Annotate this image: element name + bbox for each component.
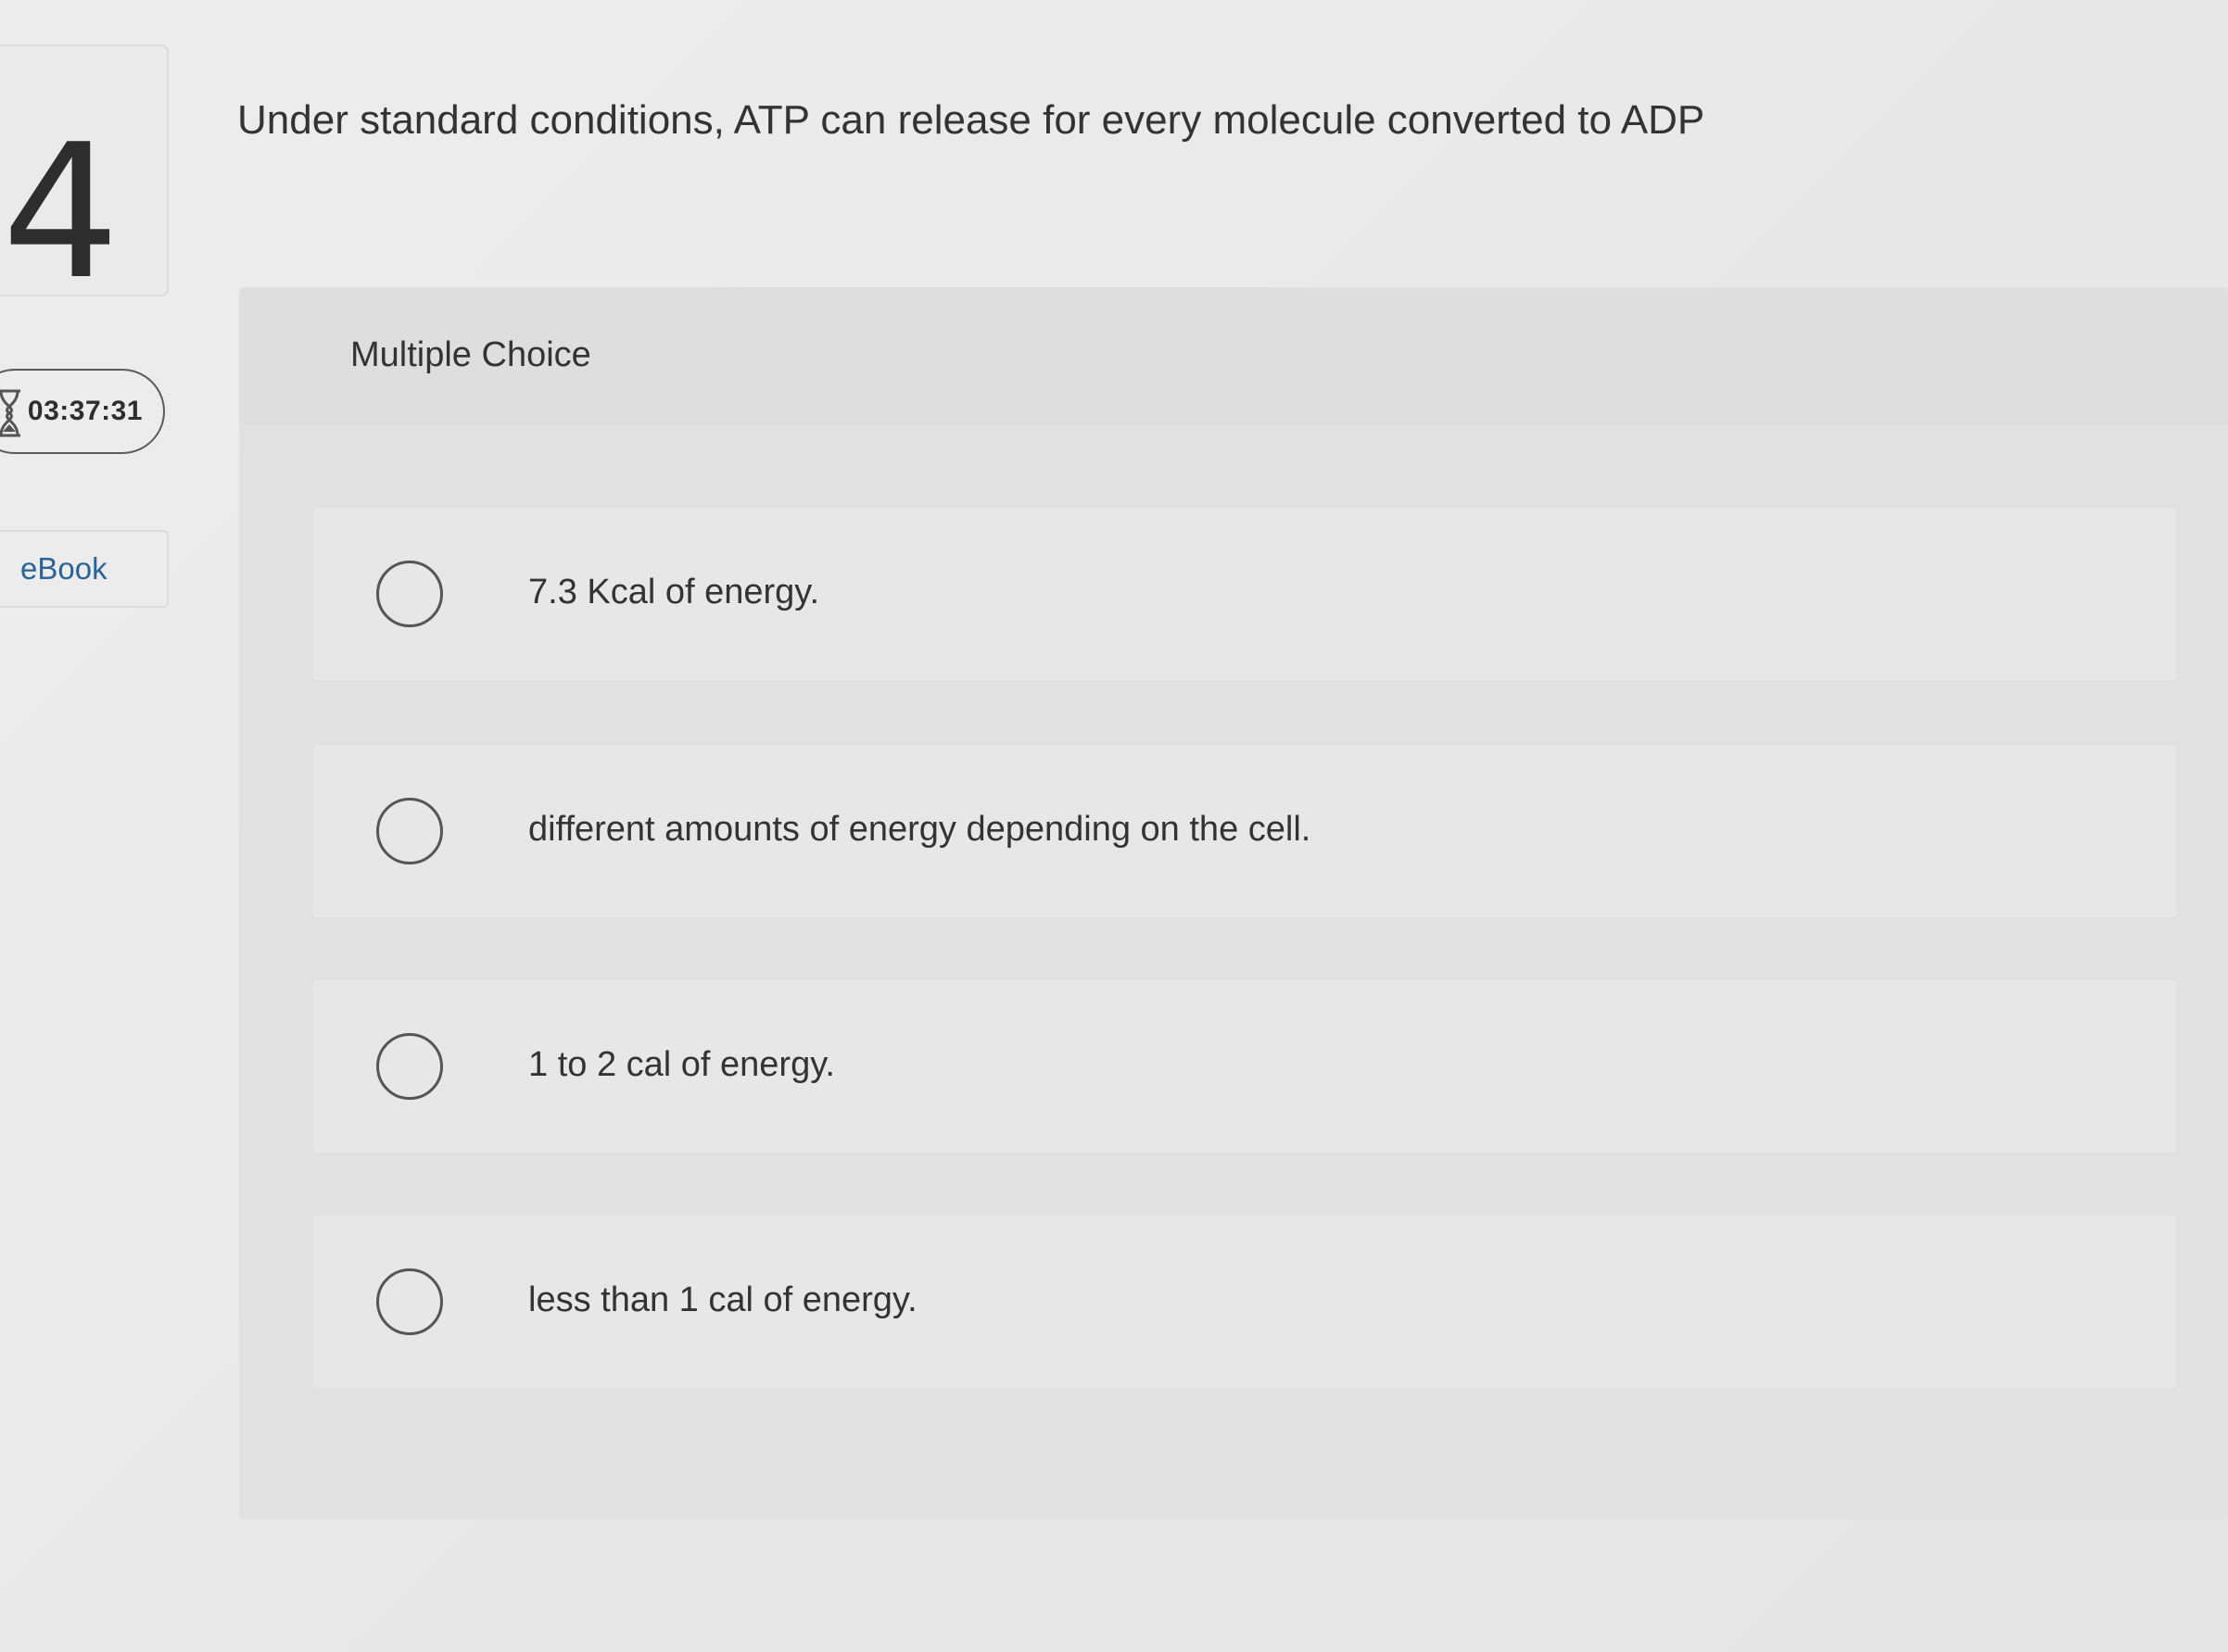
answer-option-label: 1 to 2 cal of energy. (528, 1045, 835, 1084)
hourglass-icon (0, 389, 20, 437)
question-number-box: 4 (0, 44, 169, 306)
answer-option-label: different amounts of energy depending on… (528, 810, 1311, 849)
radio-button[interactable] (376, 1033, 443, 1100)
radio-button[interactable] (376, 1268, 443, 1335)
multiple-choice-header: Multiple Choice (239, 287, 2228, 424)
timer-text: 03:37:31 (27, 396, 143, 426)
question-type-label: Multiple Choice (350, 335, 591, 374)
question-text: Under standard conditions, ATP can relea… (237, 97, 1705, 143)
answer-option[interactable]: different amounts of energy depending on… (313, 745, 2176, 917)
answer-option-label: 7.3 Kcal of energy. (528, 573, 820, 612)
answer-option[interactable]: 1 to 2 cal of energy. (313, 980, 2176, 1153)
timer-badge[interactable]: 03:37:31 (0, 369, 165, 454)
question-number: 4 (2, 105, 120, 321)
radio-button[interactable] (376, 561, 443, 627)
multiple-choice-panel: Multiple Choice 7.3 Kcal of energy. diff… (239, 287, 2228, 1520)
answer-option[interactable]: 7.3 Kcal of energy. (313, 508, 2176, 680)
answer-option[interactable]: less than 1 cal of energy. (313, 1216, 2176, 1388)
ebook-button[interactable]: eBook (0, 530, 169, 608)
radio-button[interactable] (376, 798, 443, 864)
answer-option-label: less than 1 cal of energy. (528, 1280, 918, 1319)
